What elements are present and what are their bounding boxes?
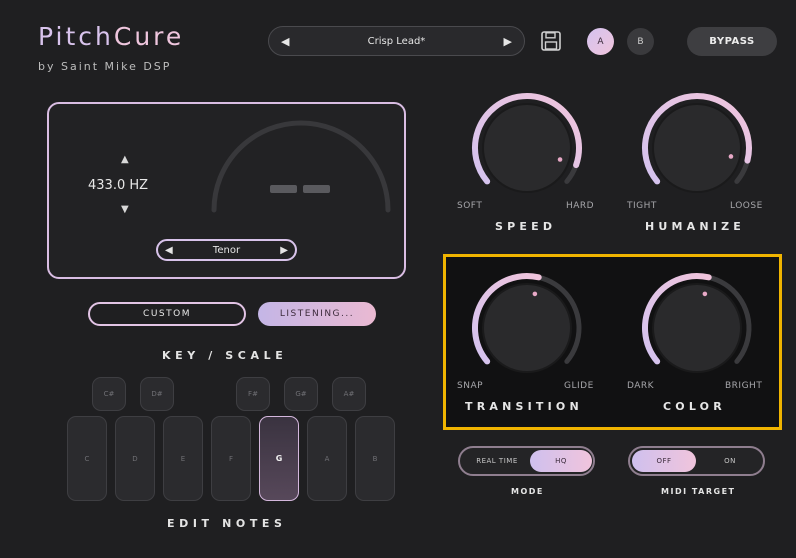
frequency-up-button[interactable]: ▲ <box>121 154 129 165</box>
mode-toggle[interactable]: REAL TIME HQ <box>458 446 595 476</box>
speed-min-label: SOFT <box>457 201 483 211</box>
key-a-sharp[interactable]: A# <box>332 377 366 411</box>
humanize-max-label: LOOSE <box>730 201 763 211</box>
ab-compare-a-button[interactable]: A <box>587 28 614 55</box>
key-c-sharp[interactable]: C# <box>92 377 126 411</box>
knob-body <box>652 283 742 373</box>
knob-indicator-dot <box>728 154 734 159</box>
app-subtitle: by Saint Mike DSP <box>38 60 172 73</box>
knob-body <box>482 283 572 373</box>
key-f-sharp[interactable]: F# <box>236 377 270 411</box>
app-logo: PitchCure <box>38 22 184 51</box>
humanize-title: HUMANIZE <box>645 220 745 233</box>
midi-on-option[interactable]: ON <box>698 450 762 472</box>
floppy-disk-icon[interactable] <box>540 30 562 52</box>
transition-knob[interactable] <box>467 272 587 382</box>
preset-prev-button[interactable]: ◀ <box>281 35 289 48</box>
transition-min-label: SNAP <box>457 381 484 391</box>
key-b[interactable]: B <box>355 416 395 501</box>
humanize-min-label: TIGHT <box>627 201 657 211</box>
knob-indicator-dot <box>532 291 538 297</box>
voice-type-selector[interactable]: ◀ Tenor ▶ <box>156 239 297 261</box>
tuner-meter <box>211 120 391 213</box>
key-c[interactable]: C <box>67 416 107 501</box>
color-knob[interactable] <box>637 272 757 382</box>
knob-body <box>652 103 742 193</box>
preset-next-button[interactable]: ▶ <box>504 35 512 48</box>
transition-max-label: GLIDE <box>564 381 594 391</box>
voice-prev-button[interactable]: ◀ <box>165 245 173 256</box>
logo-part-2: Cure <box>113 22 185 51</box>
key-f[interactable]: F <box>211 416 251 501</box>
edit-notes-label: EDIT NOTES <box>167 517 287 530</box>
midi-target-toggle[interactable]: OFF ON <box>628 446 765 476</box>
midi-off-option[interactable]: OFF <box>632 450 696 472</box>
logo-part-1: Pitch <box>38 22 114 51</box>
custom-button[interactable]: CUSTOM <box>88 302 246 326</box>
listening-button[interactable]: LISTENING... <box>258 302 376 326</box>
key-d-sharp[interactable]: D# <box>140 377 174 411</box>
key-g[interactable]: G <box>259 416 299 501</box>
preset-name: Crisp Lead* <box>367 35 426 47</box>
speed-max-label: HARD <box>566 201 595 211</box>
key-g-sharp[interactable]: G# <box>284 377 318 411</box>
reference-frequency: 433.0 HZ <box>88 178 149 193</box>
key-scale-title: KEY / SCALE <box>162 349 288 362</box>
speed-knob[interactable] <box>467 92 587 202</box>
frequency-down-button[interactable]: ▼ <box>121 204 129 215</box>
knob-indicator-dot <box>557 157 563 162</box>
bypass-button[interactable]: BYPASS <box>687 27 777 56</box>
midi-target-label: MIDI TARGET <box>661 487 736 496</box>
detected-note-display <box>270 185 332 193</box>
mode-realtime-option[interactable]: REAL TIME <box>464 450 530 472</box>
preset-selector[interactable]: ◀ Crisp Lead* ▶ <box>268 26 525 56</box>
knob-body <box>482 103 572 193</box>
color-title: COLOR <box>663 400 726 413</box>
key-a[interactable]: A <box>307 416 347 501</box>
color-min-label: DARK <box>627 381 655 391</box>
mode-hq-option[interactable]: HQ <box>530 450 592 472</box>
voice-next-button[interactable]: ▶ <box>280 245 288 256</box>
knob-indicator-dot <box>702 291 708 297</box>
speed-title: SPEED <box>495 220 557 233</box>
humanize-knob[interactable] <box>637 92 757 202</box>
key-d[interactable]: D <box>115 416 155 501</box>
ab-compare-b-button[interactable]: B <box>627 28 654 55</box>
transition-title: TRANSITION <box>465 400 583 413</box>
voice-type-value: Tenor <box>212 244 241 256</box>
mode-label: MODE <box>511 487 544 496</box>
color-max-label: BRIGHT <box>725 381 763 391</box>
key-e[interactable]: E <box>163 416 203 501</box>
